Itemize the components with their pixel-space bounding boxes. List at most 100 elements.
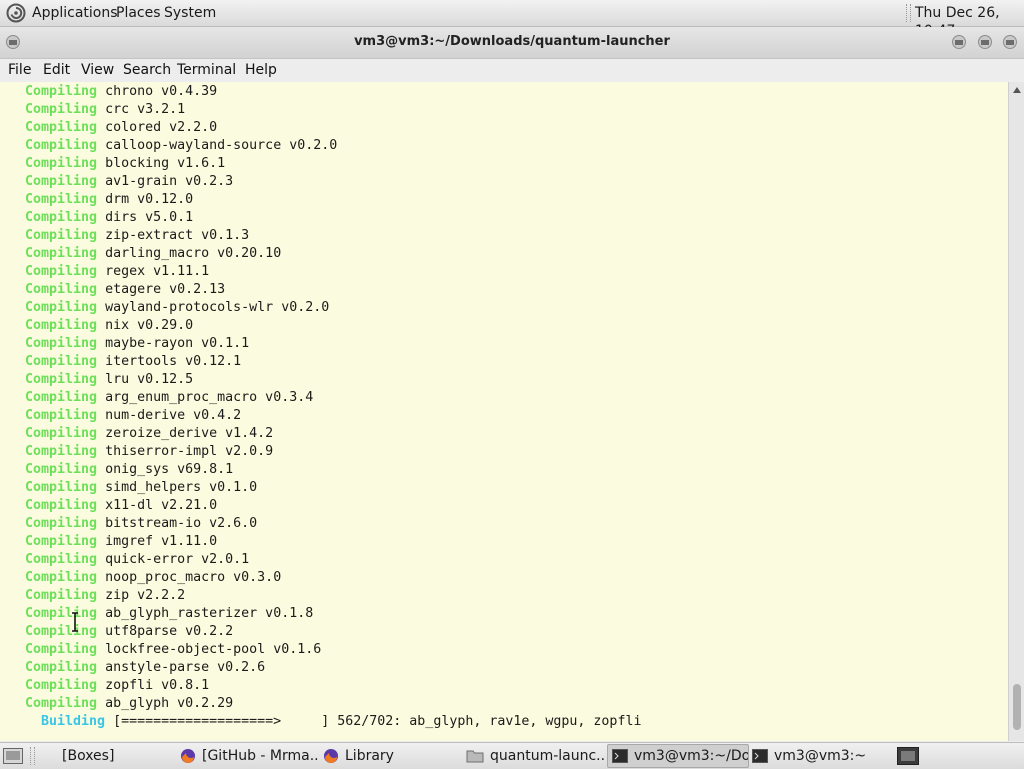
crate-name: zip v2.2.2: [105, 588, 186, 603]
terminal-line: Compiling num-derive v0.4.2: [25, 407, 641, 425]
menu-edit[interactable]: Edit: [43, 61, 70, 79]
window-title: vm3@vm3:~/Downloads/quantum-launcher: [354, 34, 670, 49]
window-titlebar[interactable]: vm3@vm3:~/Downloads/quantum-launcher: [0, 27, 1024, 59]
compiling-keyword: Compiling: [25, 228, 98, 243]
crate-name: nix v0.29.0: [105, 318, 194, 333]
close-icon[interactable]: [1003, 35, 1017, 49]
terminal-line: Compiling chrono v0.4.39: [25, 83, 641, 101]
progress-bar-text: [===================> ]: [113, 714, 330, 729]
terminal-line: Compiling zip v2.2.2: [25, 587, 641, 605]
terminal-line: Compiling dirs v5.0.1: [25, 209, 641, 227]
terminal-lines: Compiling chrono v0.4.39 Compiling crc v3…: [25, 83, 641, 731]
crate-name: ab_glyph v0.2.29: [105, 696, 234, 711]
terminal-line: Compiling noop_proc_macro v0.3.0: [25, 569, 641, 587]
crate-name: simd_helpers v0.1.0: [105, 480, 258, 495]
terminal-line: Compiling itertools v0.12.1: [25, 353, 641, 371]
terminal-line: Compiling thiserror-impl v2.0.9: [25, 443, 641, 461]
task-terminal-home[interactable]: vm3@vm3:~: [752, 745, 882, 767]
terminal-line: Compiling lru v0.12.5: [25, 371, 641, 389]
compiling-keyword: Compiling: [25, 318, 98, 333]
compiling-keyword: Compiling: [25, 552, 98, 567]
places-menu[interactable]: Places: [116, 4, 161, 22]
terminal-line: Compiling onig_sys v69.8.1: [25, 461, 641, 479]
terminal-line: Compiling crc v3.2.1: [25, 101, 641, 119]
compiling-keyword: Compiling: [25, 156, 98, 171]
crate-name: av1-grain v0.2.3: [105, 174, 234, 189]
maximize-icon[interactable]: [978, 35, 992, 49]
compiling-keyword: Compiling: [25, 696, 98, 711]
terminal-line: Compiling quick-error v2.0.1: [25, 551, 641, 569]
terminal-line: Compiling etagere v0.2.13: [25, 281, 641, 299]
menu-search[interactable]: Search: [123, 61, 171, 79]
crate-name: x11-dl v2.21.0: [105, 498, 218, 513]
crate-name: drm v0.12.0: [105, 192, 194, 207]
crate-name: zopfli v0.8.1: [105, 678, 210, 693]
compiling-keyword: Compiling: [25, 390, 98, 405]
crate-name: arg_enum_proc_macro v0.3.4: [105, 390, 314, 405]
panel-handle[interactable]: [906, 4, 911, 22]
compiling-keyword: Compiling: [25, 678, 98, 693]
compiling-keyword: Compiling: [25, 462, 98, 477]
terminal-line: Compiling maybe-rayon v0.1.1: [25, 335, 641, 353]
terminal-scrollbar[interactable]: [1008, 82, 1024, 741]
task-terminal-downloads[interactable]: vm3@vm3:~/Do...: [607, 744, 749, 768]
workspace-switcher-icon[interactable]: [897, 747, 919, 765]
menu-terminal[interactable]: Terminal: [177, 61, 236, 79]
top-panel: Applications Places System Thu Dec 26, 1…: [0, 0, 1024, 39]
task-github[interactable]: [GitHub - Mrma...: [180, 745, 320, 767]
scroll-up-arrow-icon[interactable]: [1013, 87, 1021, 93]
firefox-icon: [324, 749, 338, 763]
crate-name: dirs v5.0.1: [105, 210, 194, 225]
terminal-output[interactable]: Compiling chrono v0.4.39 Compiling crc v3…: [0, 82, 1008, 741]
crate-name: blocking v1.6.1: [105, 156, 226, 171]
compiling-keyword: Compiling: [25, 354, 98, 369]
compiling-keyword: Compiling: [25, 138, 98, 153]
compiling-keyword: Compiling: [25, 480, 98, 495]
menu-file[interactable]: File: [8, 61, 31, 79]
window-menu-icon[interactable]: [6, 35, 20, 49]
crate-name: ab_glyph_rasterizer v0.1.8: [105, 606, 314, 621]
minimize-icon[interactable]: [952, 35, 966, 49]
scrollbar-thumb[interactable]: [1013, 684, 1021, 730]
applications-menu[interactable]: Applications: [32, 4, 118, 22]
terminal-line: Compiling colored v2.2.0: [25, 119, 641, 137]
crate-name: etagere v0.2.13: [105, 282, 226, 297]
terminal-line: Compiling blocking v1.6.1: [25, 155, 641, 173]
terminal-line: Compiling bitstream-io v2.6.0: [25, 515, 641, 533]
terminal-line: Compiling ab_glyph v0.2.29: [25, 695, 641, 713]
compiling-keyword: Compiling: [25, 246, 98, 261]
terminal-line: Compiling av1-grain v0.2.3: [25, 173, 641, 191]
crate-name: quick-error v2.0.1: [105, 552, 250, 567]
compiling-keyword: Compiling: [25, 498, 98, 513]
crate-name: colored v2.2.0: [105, 120, 218, 135]
crate-name: thiserror-impl v2.0.9: [105, 444, 274, 459]
debian-swirl-icon[interactable]: [6, 3, 26, 23]
crate-name: lockfree-object-pool v0.1.6: [105, 642, 322, 657]
compiling-keyword: Compiling: [25, 120, 98, 135]
taskbar-handle[interactable]: [30, 747, 35, 765]
terminal-icon: [752, 749, 768, 763]
compiling-keyword: Compiling: [25, 210, 98, 225]
crate-name: num-derive v0.4.2: [105, 408, 242, 423]
compiling-keyword: Compiling: [25, 174, 98, 189]
terminal-line: Compiling nix v0.29.0: [25, 317, 641, 335]
compiling-keyword: Compiling: [25, 534, 98, 549]
crate-name: regex v1.11.1: [105, 264, 210, 279]
compiling-keyword: Compiling: [25, 660, 98, 675]
system-menu[interactable]: System: [164, 4, 216, 22]
menu-help[interactable]: Help: [245, 61, 277, 79]
crate-name: calloop-wayland-source v0.2.0: [105, 138, 338, 153]
menu-view[interactable]: View: [81, 61, 114, 79]
compiling-keyword: Compiling: [25, 282, 98, 297]
terminal-line: Compiling arg_enum_proc_macro v0.3.4: [25, 389, 641, 407]
crate-name: chrono v0.4.39: [105, 84, 218, 99]
show-desktop-icon[interactable]: [3, 748, 23, 764]
compiling-keyword: Compiling: [25, 300, 98, 315]
task-boxes[interactable]: [Boxes]: [44, 745, 174, 767]
compiling-keyword: Compiling: [25, 624, 98, 639]
task-library[interactable]: Library: [323, 745, 463, 767]
compiling-keyword: Compiling: [25, 606, 98, 621]
task-quantum-launcher-folder[interactable]: quantum-launc...: [466, 745, 604, 767]
crate-name: itertools v0.12.1: [105, 354, 242, 369]
compiling-keyword: Compiling: [25, 372, 98, 387]
